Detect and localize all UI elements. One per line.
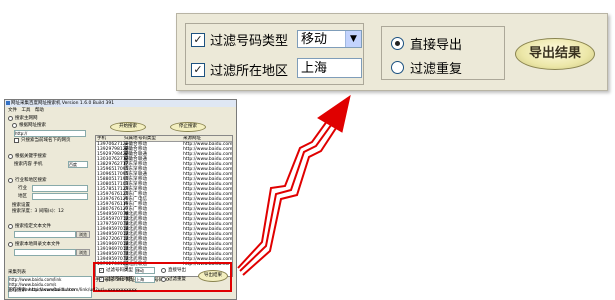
callout-arrow <box>237 94 351 276</box>
arrow-shaft <box>237 116 339 276</box>
